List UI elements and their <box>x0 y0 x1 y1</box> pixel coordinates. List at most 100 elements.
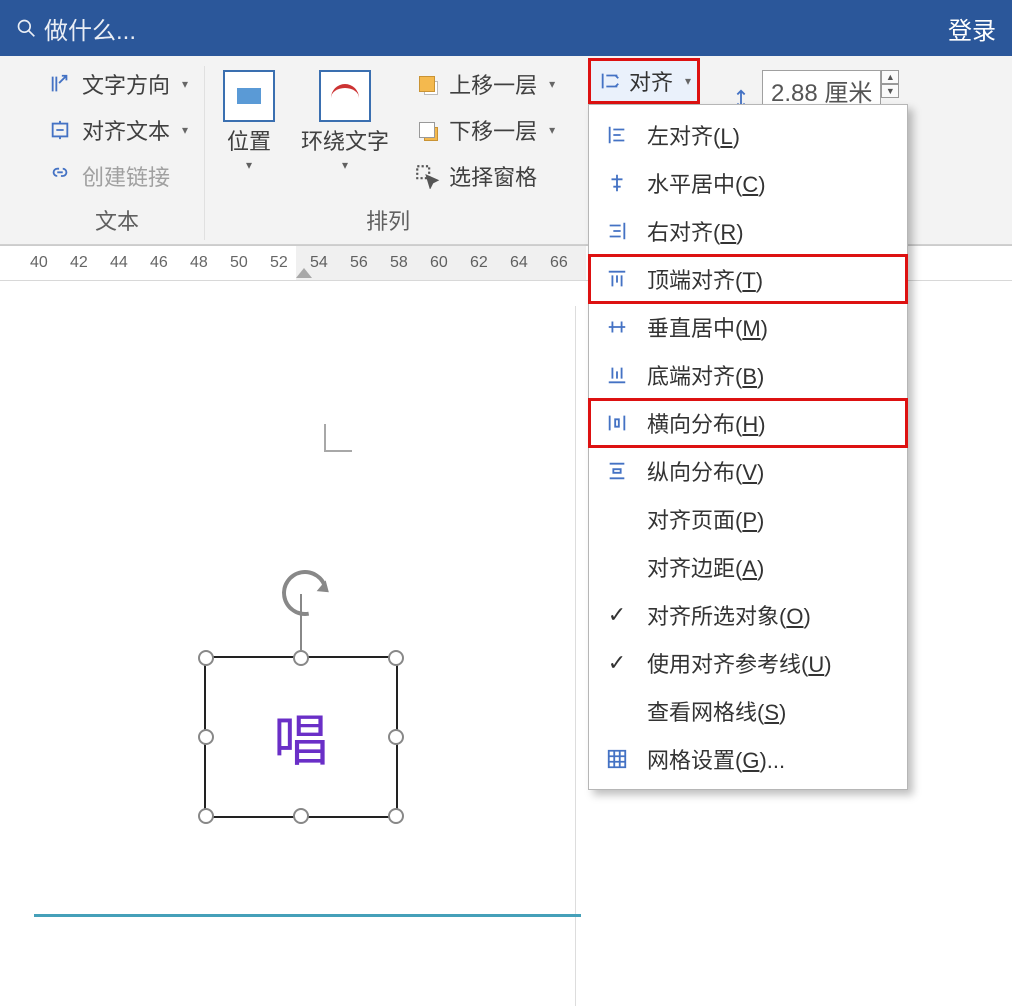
bring-forward-icon <box>413 73 441 95</box>
ruler-tick: 40 <box>30 254 46 272</box>
menu-label: 顶端对齐(T) <box>647 263 763 295</box>
chevron-down-icon: ▾ <box>342 158 348 172</box>
chevron-down-icon: ▾ <box>182 123 188 137</box>
height-value: 2.88 厘米 <box>771 73 872 108</box>
menu-label: 网格设置(G)... <box>647 743 785 775</box>
menu-align-middle[interactable]: 垂直居中(M) <box>589 303 907 351</box>
tell-me-placeholder: 做什么... <box>44 11 136 46</box>
position-label: 位置 <box>227 124 271 156</box>
menu-label: 横向分布(H) <box>647 407 766 439</box>
text-direction-button[interactable]: 文字方向▾ <box>42 66 192 102</box>
group-text: 文字方向▾ 对齐文本 ▾ 创建链接 文本 <box>30 66 205 240</box>
align-text-label: 对齐文本 <box>82 114 170 146</box>
align-button[interactable]: 对齐 ▾ <box>588 58 700 104</box>
menu-view-gridlines[interactable]: 查看网格线(S) <box>589 687 907 735</box>
text-direction-label: 文字方向 <box>82 68 170 100</box>
chevron-down-icon: ▾ <box>549 77 555 91</box>
menu-label: 右对齐(R) <box>647 215 744 247</box>
menu-label: 对齐页面(P) <box>647 503 764 535</box>
grid-icon <box>603 748 631 770</box>
chevron-down-icon: ▾ <box>549 123 555 137</box>
ruler-tick: 42 <box>70 254 86 272</box>
selected-textbox[interactable]: 唱 <box>204 656 398 818</box>
ruler-tick: 50 <box>230 254 246 272</box>
group-label-arrange: 排列 <box>366 204 410 236</box>
align-right-icon <box>603 220 631 242</box>
menu-label: 垂直居中(M) <box>647 311 768 343</box>
distribute-v-icon <box>603 460 631 482</box>
resize-handle[interactable] <box>293 808 309 824</box>
check-icon: ✓ <box>603 650 631 676</box>
menu-align-to-margin[interactable]: 对齐边距(A) <box>589 543 907 591</box>
menu-label: 水平居中(C) <box>647 167 766 199</box>
bring-forward-button[interactable]: 上移一层▾ <box>409 66 559 102</box>
check-icon: ✓ <box>603 602 631 628</box>
search-icon <box>16 18 36 38</box>
menu-distribute-vertical[interactable]: 纵向分布(V) <box>589 447 907 495</box>
link-icon <box>46 165 74 187</box>
menu-align-left[interactable]: 左对齐(L) <box>589 111 907 159</box>
spin-up-icon[interactable]: ▲ <box>881 70 899 84</box>
menu-align-to-selected[interactable]: ✓ 对齐所选对象(O) <box>589 591 907 639</box>
menu-align-center[interactable]: 水平居中(C) <box>589 159 907 207</box>
wrap-text-button[interactable]: 环绕文字 ▾ <box>295 66 395 176</box>
align-top-icon <box>603 268 631 290</box>
menu-label: 对齐所选对象(O) <box>647 599 811 631</box>
tell-me-search[interactable]: 做什么... <box>16 11 136 46</box>
menu-label: 查看网格线(S) <box>647 695 786 727</box>
page[interactable]: 唱 <box>28 306 576 1006</box>
send-backward-label: 下移一层 <box>449 114 537 146</box>
rotate-handle[interactable] <box>300 594 302 650</box>
align-middle-icon <box>603 316 631 338</box>
menu-label: 底端对齐(B) <box>647 359 764 391</box>
textbox-content[interactable]: 唱 <box>273 697 329 778</box>
menu-label: 使用对齐参考线(U) <box>647 647 832 679</box>
resize-handle[interactable] <box>388 650 404 666</box>
menu-align-top[interactable]: 顶端对齐(T) <box>589 255 907 303</box>
wrap-text-label: 环绕文字 <box>301 124 389 156</box>
menu-label: 对齐边距(A) <box>647 551 764 583</box>
ruler-tick: 52 <box>270 254 286 272</box>
resize-handle[interactable] <box>388 729 404 745</box>
selection-pane-icon <box>413 165 441 187</box>
distribute-h-icon <box>603 412 631 434</box>
align-center-icon <box>603 172 631 194</box>
group-label-text: 文本 <box>95 204 139 236</box>
login-link[interactable]: 登录 <box>948 11 996 46</box>
align-text-icon <box>46 119 74 141</box>
position-button[interactable]: 位置 ▾ <box>217 66 281 176</box>
align-left-icon <box>603 124 631 146</box>
create-link-button: 创建链接 <box>42 158 192 194</box>
resize-handle[interactable] <box>293 650 309 666</box>
menu-label: 纵向分布(V) <box>647 455 764 487</box>
menu-align-right[interactable]: 右对齐(R) <box>589 207 907 255</box>
menu-distribute-horizontal[interactable]: 横向分布(H) <box>589 399 907 447</box>
align-button-label: 对齐 <box>629 65 673 97</box>
chevron-down-icon: ▾ <box>685 74 691 88</box>
send-backward-button[interactable]: 下移一层 ▾ <box>409 112 559 148</box>
align-text-button[interactable]: 对齐文本 ▾ <box>42 112 192 148</box>
margin-corner-icon <box>324 424 352 452</box>
selection-pane-label: 选择窗格 <box>449 160 537 192</box>
resize-handle[interactable] <box>198 650 214 666</box>
align-menu: 左对齐(L) 水平居中(C) 右对齐(R) 顶端对齐(T) 垂直居中(M) 底端… <box>588 104 908 790</box>
menu-align-bottom[interactable]: 底端对齐(B) <box>589 351 907 399</box>
indent-marker[interactable] <box>296 268 312 278</box>
ruler-tick: 48 <box>190 254 206 272</box>
menu-use-alignment-guides[interactable]: ✓ 使用对齐参考线(U) <box>589 639 907 687</box>
resize-handle[interactable] <box>198 729 214 745</box>
selection-pane-button[interactable]: 选择窗格 <box>409 158 559 194</box>
wrap-text-icon <box>319 70 371 122</box>
menu-align-to-page[interactable]: 对齐页面(P) <box>589 495 907 543</box>
align-icon <box>599 70 621 92</box>
send-backward-icon <box>413 119 441 141</box>
title-bar: 做什么... 登录 <box>0 0 1012 56</box>
resize-handle[interactable] <box>198 808 214 824</box>
menu-label: 左对齐(L) <box>647 119 740 151</box>
group-arrange: 位置 ▾ 环绕文字 ▾ 上移一层▾ 下移一层 ▾ 选择窗格 <box>205 66 571 240</box>
create-link-label: 创建链接 <box>82 160 170 192</box>
ruler-shade <box>296 246 586 280</box>
spin-down-icon[interactable]: ▼ <box>881 84 899 98</box>
resize-handle[interactable] <box>388 808 404 824</box>
menu-grid-settings[interactable]: 网格设置(G)... <box>589 735 907 783</box>
